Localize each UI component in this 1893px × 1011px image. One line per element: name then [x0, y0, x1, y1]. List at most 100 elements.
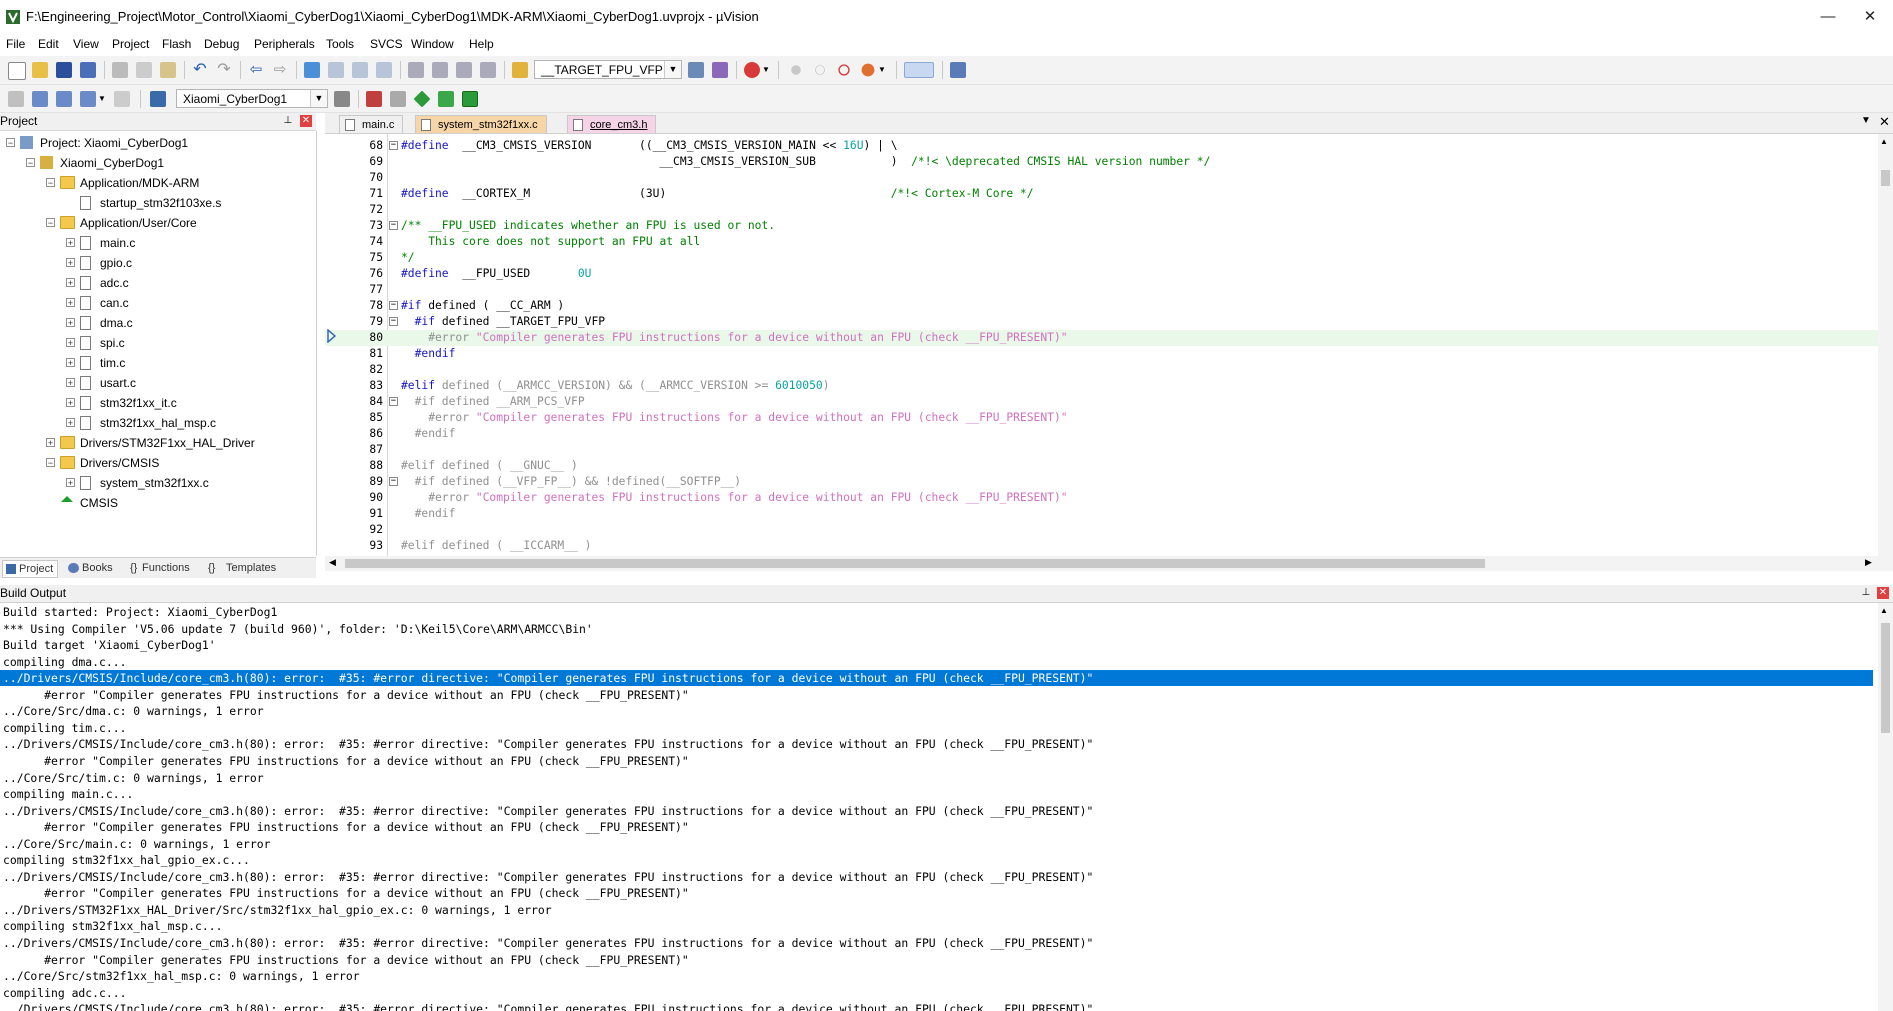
chevron-down-icon[interactable]: ▼ — [762, 62, 778, 78]
output-line[interactable]: compiling stm32f1xx_hal_gpio_ex.c... — [3, 852, 1873, 868]
scroll-up-icon[interactable]: ▲ — [1880, 606, 1888, 615]
editor-vertical-scrollbar[interactable]: ▲ — [1878, 134, 1893, 556]
code-line[interactable]: 87 — [325, 442, 1880, 458]
uncomment-icon[interactable] — [480, 62, 496, 78]
code-line[interactable]: 78− #if defined ( __CC_ARM ) — [325, 298, 1880, 314]
menu-window[interactable]: Window — [411, 37, 454, 51]
scroll-thumb[interactable] — [345, 559, 1485, 568]
incremental-find-icon[interactable] — [712, 62, 728, 78]
fold-toggle-icon[interactable]: − — [389, 397, 398, 406]
expand-icon[interactable]: + — [66, 298, 75, 308]
tab-functions[interactable]: {} Functions — [128, 560, 190, 576]
breakpoint-icon[interactable] — [791, 65, 801, 75]
menu-project[interactable]: Project — [112, 37, 149, 51]
output-line[interactable]: ../Core/Src/tim.c: 0 warnings, 1 error — [3, 770, 1873, 786]
scroll-right-icon[interactable]: ▶ — [1865, 557, 1872, 568]
code-line[interactable]: 72 — [325, 202, 1880, 218]
output-line[interactable]: compiling tim.c... — [3, 720, 1873, 736]
save-all-icon[interactable] — [80, 62, 96, 78]
chevron-down-icon[interactable]: ▼ — [98, 91, 114, 107]
unindent-icon[interactable] — [432, 62, 448, 78]
stop-build-icon[interactable] — [114, 91, 130, 107]
expand-icon[interactable]: + — [66, 318, 75, 328]
editor-horizontal-scrollbar[interactable]: ◀ ▶ — [325, 556, 1893, 571]
code-line[interactable]: 85 #error "Compiler generates FPU instru… — [325, 410, 1880, 426]
pin-icon[interactable]: ⊥ — [1860, 587, 1872, 599]
manage-rte-icon[interactable] — [413, 90, 431, 108]
code-line[interactable]: 84− #if defined __ARM_PCS_VFP — [325, 394, 1880, 410]
menu-view[interactable]: View — [73, 37, 99, 51]
menu-svcs[interactable]: SVCS — [370, 37, 403, 51]
build-icon[interactable] — [32, 91, 48, 107]
indent-icon[interactable] — [408, 62, 424, 78]
tab-system-stm32f1xx-c[interactable]: system_stm32f1xx.c — [415, 115, 547, 133]
output-vertical-scrollbar[interactable]: ▲ — [1878, 603, 1893, 1011]
clear-breakpoints-icon[interactable] — [838, 64, 850, 76]
collapse-icon[interactable]: − — [46, 218, 55, 228]
expand-icon[interactable]: + — [66, 278, 75, 288]
code-line[interactable]: 81 #endif — [325, 346, 1880, 362]
code-line[interactable]: 86 #endif — [325, 426, 1880, 442]
expand-icon[interactable]: + — [66, 398, 75, 408]
tab-books[interactable]: Books — [66, 560, 113, 576]
code-line[interactable]: 77 — [325, 282, 1880, 298]
code-line[interactable]: 75 */ — [325, 250, 1880, 266]
tab-main-c[interactable]: main.c — [339, 115, 404, 133]
menu-flash[interactable]: Flash — [162, 37, 191, 51]
output-line[interactable]: compiling adc.c... — [3, 985, 1873, 1001]
output-line[interactable]: #error "Compiler generates FPU instructi… — [3, 819, 1873, 835]
expand-icon[interactable]: + — [66, 358, 75, 368]
pin-icon[interactable]: ⊥ — [282, 115, 294, 127]
code-line[interactable]: 70 — [325, 170, 1880, 186]
disable-breakpoint-icon[interactable] — [815, 65, 825, 75]
fold-toggle-icon[interactable]: − — [389, 317, 398, 326]
paste-icon[interactable] — [160, 62, 176, 78]
output-line[interactable]: *** Using Compiler 'V5.06 update 7 (buil… — [3, 621, 1873, 637]
clear-bookmarks-icon[interactable] — [376, 62, 392, 78]
pack-installer-icon[interactable] — [462, 91, 478, 107]
configure-icon[interactable] — [950, 62, 966, 78]
collapse-icon[interactable]: − — [6, 138, 15, 148]
expand-icon[interactable]: + — [66, 418, 75, 428]
window-layout-icon[interactable] — [904, 62, 934, 78]
output-line[interactable]: compiling main.c... — [3, 786, 1873, 802]
output-line[interactable]: ../Drivers/CMSIS/Include/core_cm3.h(80):… — [3, 935, 1873, 951]
tab-core-cm3-h[interactable]: core_cm3.h — [567, 115, 657, 133]
close-window-button[interactable]: ✕ — [1850, 6, 1890, 28]
save-icon[interactable] — [56, 62, 72, 78]
maximize-button[interactable] — [1812, 6, 1852, 28]
collapse-icon[interactable]: − — [46, 178, 55, 188]
next-bookmark-icon[interactable] — [352, 62, 368, 78]
code-line[interactable]: 74 This core does not support an FPU at … — [325, 234, 1880, 250]
kill-breakpoints-icon[interactable] — [861, 63, 875, 77]
output-line[interactable]: ../Drivers/CMSIS/Include/core_cm3.h(80):… — [3, 736, 1873, 752]
scroll-left-icon[interactable]: ◀ — [329, 557, 336, 568]
fold-toggle-icon[interactable]: − — [389, 221, 398, 230]
menu-help[interactable]: Help — [469, 37, 494, 51]
copy-icon[interactable] — [136, 62, 152, 78]
code-line[interactable]: 82 — [325, 362, 1880, 378]
code-line[interactable]: 90 #error "Compiler generates FPU instru… — [325, 490, 1880, 506]
code-line[interactable]: 80 #error "Compiler generates FPU instru… — [325, 330, 1880, 346]
fold-toggle-icon[interactable]: − — [389, 141, 398, 150]
scroll-thumb[interactable] — [1881, 170, 1890, 186]
rebuild-icon[interactable] — [56, 91, 72, 107]
output-line[interactable]: ../Core/Src/stm32f1xx_hal_msp.c: 0 warni… — [3, 968, 1873, 984]
download-icon[interactable] — [150, 91, 166, 107]
output-line[interactable]: ../Core/Src/dma.c: 0 warnings, 1 error — [3, 703, 1873, 719]
code-editor[interactable]: 68− #define __CM3_CMSIS_VERSION ((__CM3_C… — [325, 134, 1880, 556]
output-line[interactable]: Build started: Project: Xiaomi_CyberDog1 — [3, 604, 1873, 620]
code-line[interactable]: 68− #define __CM3_CMSIS_VERSION ((__CM3_C… — [325, 138, 1880, 154]
output-line[interactable]: ../Drivers/CMSIS/Include/core_cm3.h(80):… — [3, 803, 1873, 819]
code-line[interactable]: 69 __CM3_CMSIS_VERSION_SUB ) /*!< \depre… — [325, 154, 1880, 170]
tab-list-chevron-icon[interactable]: ▼ — [1861, 115, 1871, 126]
output-line[interactable]: ../Drivers/STM32F1xx_HAL_Driver/Src/stm3… — [3, 902, 1873, 918]
menu-tools[interactable]: Tools — [326, 37, 354, 51]
undo-icon[interactable]: ↶ — [192, 62, 208, 78]
build-output-panel[interactable]: Build started: Project: Xiaomi_CyberDog1… — [0, 603, 1878, 1011]
file-extensions-icon[interactable] — [390, 91, 406, 107]
prev-bookmark-icon[interactable] — [328, 62, 344, 78]
cut-icon[interactable] — [112, 62, 128, 78]
target-define-combo[interactable]: __TARGET_FPU_VFP ▼ — [534, 60, 682, 79]
new-file-icon[interactable] — [8, 62, 26, 80]
